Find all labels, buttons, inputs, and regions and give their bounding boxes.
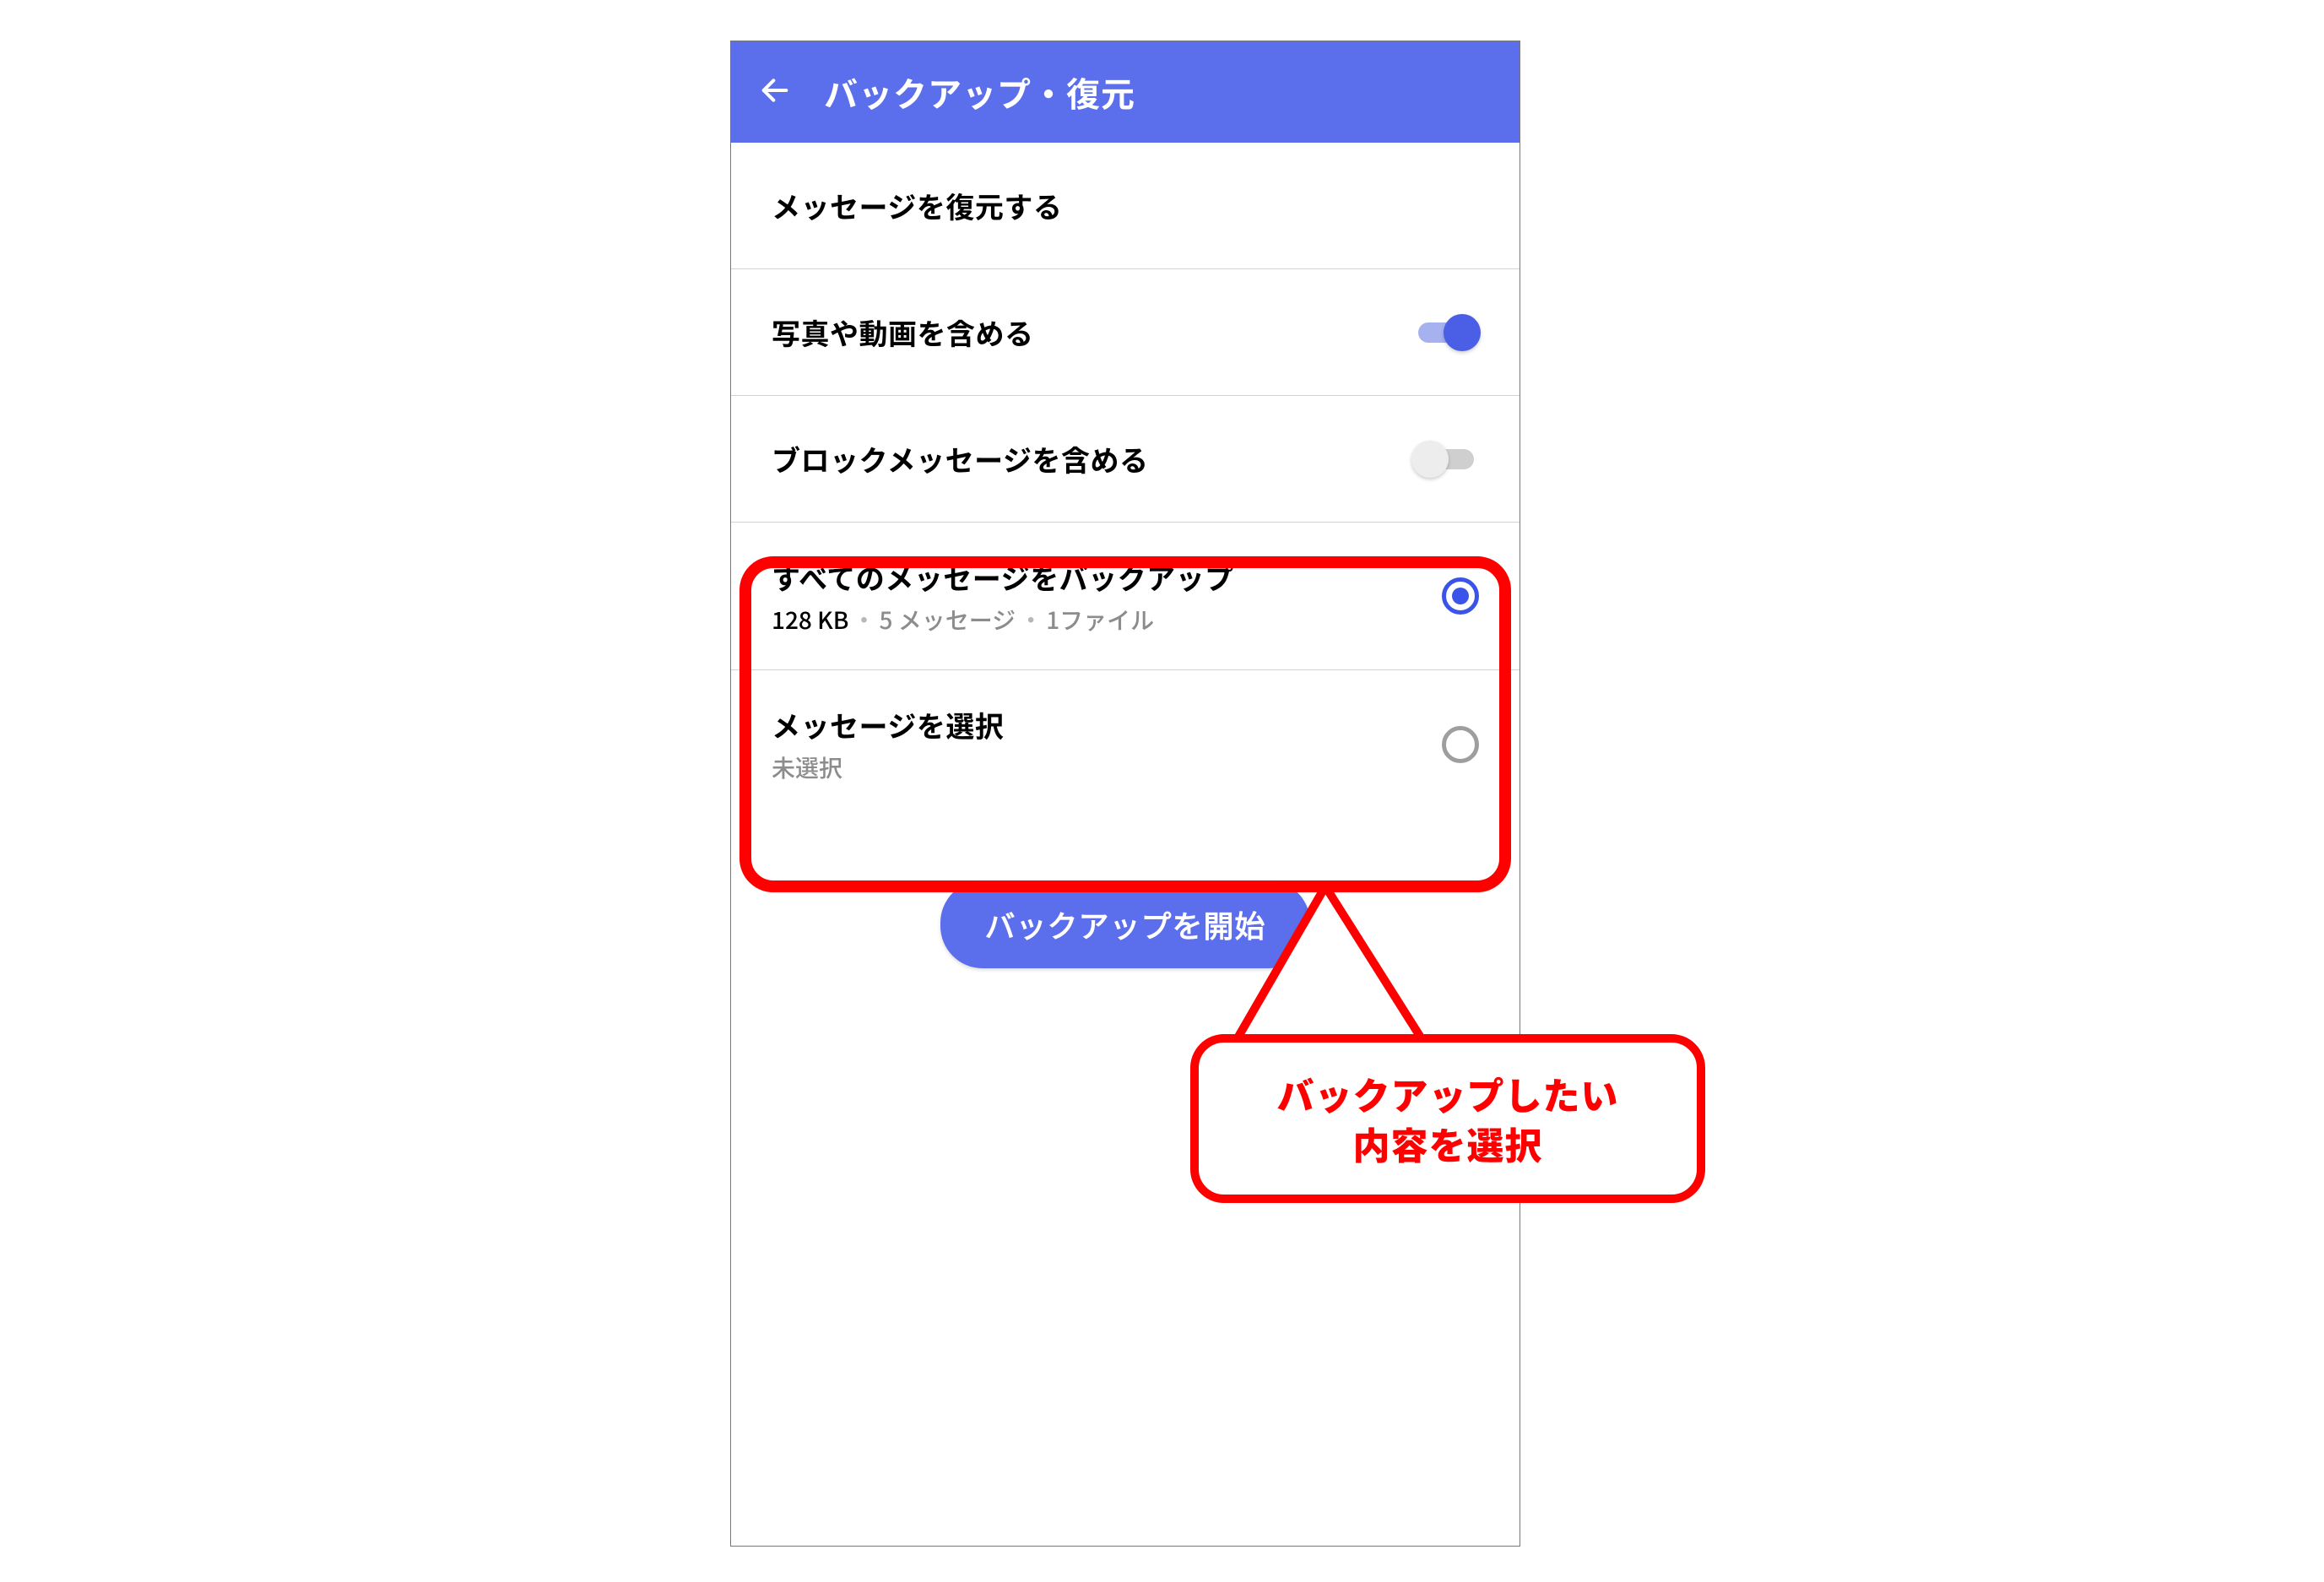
row-backup-all-label: すべてのメッセージをバックアップ: [772, 556, 1234, 598]
row-restore-messages[interactable]: メッセージを復元する: [731, 143, 1520, 269]
row-include-media[interactable]: 写真や動画を含める: [731, 269, 1520, 396]
back-button[interactable]: [755, 72, 795, 112]
page-title: バックアップ・復元: [824, 68, 1135, 116]
row-include-blocked[interactable]: ブロックメッセージを含める: [731, 396, 1520, 523]
toggle-include-media[interactable]: [1413, 314, 1479, 351]
row-include-media-label: 写真や動画を含める: [772, 312, 1034, 353]
start-backup-button[interactable]: バックアップを開始: [940, 880, 1309, 968]
row-select-messages-label: メッセージを選択: [772, 704, 1004, 745]
arrow-left-icon: [758, 73, 792, 111]
radio-backup-all[interactable]: [1442, 577, 1479, 615]
row-restore-label: メッセージを復元する: [772, 185, 1062, 226]
row-backup-all-sub: 128 KB・5 メッセージ・1ファイル: [772, 603, 1234, 637]
app-bar: バックアップ・復元: [731, 41, 1520, 143]
toggle-include-blocked[interactable]: [1413, 441, 1479, 478]
row-select-messages[interactable]: メッセージを選択 未選択: [731, 670, 1520, 818]
row-include-blocked-label: ブロックメッセージを含める: [772, 438, 1148, 479]
row-backup-all[interactable]: すべてのメッセージをバックアップ 128 KB・5 メッセージ・1ファイル: [731, 523, 1520, 670]
row-select-messages-sub: 未選択: [772, 750, 1004, 784]
phone-frame: バックアップ・復元 メッセージを復元する 写真や動画を含める ブロックメッセージ…: [730, 41, 1520, 1547]
radio-select-messages[interactable]: [1442, 726, 1479, 763]
start-button-wrap: バックアップを開始: [731, 818, 1520, 968]
